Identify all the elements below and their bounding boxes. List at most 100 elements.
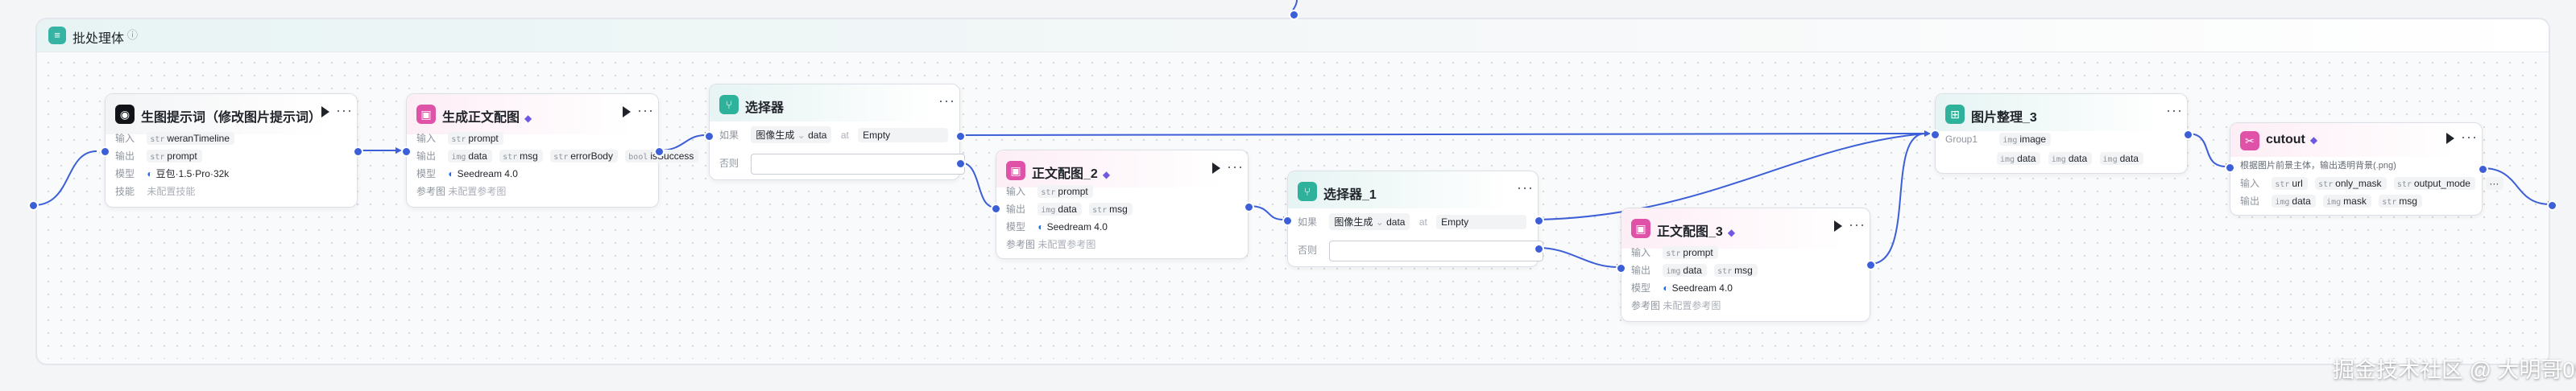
input-tag: str prompt bbox=[1037, 185, 1093, 198]
branch-icon: ⑂ bbox=[719, 95, 739, 114]
model-icon: ◐ bbox=[1663, 282, 1669, 294]
watermark-text: 掘金技术社区 @ 大明哥09 bbox=[2333, 358, 2576, 382]
model-row: 模型 ◐ Seedream 4.0 bbox=[1006, 220, 1108, 236]
input-port[interactable] bbox=[1930, 130, 1940, 140]
node-gen-image[interactable]: ▣ 生成正文配图 ◆ ··· 输入 str prompt 输出 img data st… bbox=[406, 93, 699, 208]
input-tag: str only_mask bbox=[2315, 177, 2387, 190]
node-organize[interactable]: ⊞ 图片整理_3 ··· Group1 img image img data img… bbox=[1935, 93, 2188, 174]
output-tag: str prompt bbox=[147, 150, 202, 163]
ref-value: 未配置参考图 bbox=[1663, 300, 1721, 311]
more-icon[interactable]: ··· bbox=[938, 93, 955, 109]
more-icon[interactable]: ··· bbox=[2166, 102, 2183, 119]
run-icon[interactable] bbox=[321, 106, 329, 117]
edge-selector-if-organize bbox=[959, 133, 1926, 136]
input-label: 输入 bbox=[1006, 186, 1026, 197]
node-header[interactable]: ✂ cutout ◆ ··· bbox=[2230, 123, 2482, 157]
node-header[interactable]: ▣ 生成正文配图 ◆ ··· bbox=[407, 94, 658, 134]
operator-value[interactable]: at bbox=[1419, 216, 1427, 228]
run-icon[interactable] bbox=[1212, 163, 1220, 174]
output-label: 输出 bbox=[2240, 196, 2260, 207]
more-icon[interactable]: ··· bbox=[1849, 216, 1866, 233]
node-gen-image-2[interactable]: ▣ 正文配图_2 ◆ ··· 输入 str prompt 输出 img data st… bbox=[996, 150, 1249, 259]
input-port[interactable] bbox=[1616, 263, 1626, 274]
else-row: 否则 bbox=[719, 154, 966, 175]
image-type-icon: img bbox=[2326, 198, 2342, 207]
output-tag: img data bbox=[1997, 152, 2041, 165]
output-port[interactable] bbox=[353, 146, 363, 157]
output-tag: img data bbox=[2272, 195, 2316, 208]
string-type-icon: str bbox=[553, 153, 569, 162]
node-gen-image-3[interactable]: ▣ 正文配图_3 ◆ ··· 输入 str prompt 输出 img data st… bbox=[1621, 208, 1870, 322]
batch-start-port[interactable] bbox=[28, 200, 39, 211]
node-header[interactable]: ▣ 正文配图_3 ◆ ··· bbox=[1621, 208, 1870, 249]
if-label: 如果 bbox=[1298, 216, 1318, 228]
condition-source-select[interactable]: 图像生成 ⌄ data bbox=[751, 126, 832, 143]
image-type-icon: img bbox=[1666, 267, 1681, 276]
more-icon[interactable]: ··· bbox=[336, 102, 353, 119]
model-value: 豆包·1.5·Pro·32k bbox=[155, 168, 230, 179]
node-selector-1[interactable]: ⑂ 选择器_1 ··· 如果 图像生成 ⌄ data at Empty 否则 bbox=[1287, 171, 1544, 267]
input-port[interactable] bbox=[1282, 216, 1293, 226]
else-output-port[interactable] bbox=[1534, 244, 1544, 254]
string-type-icon: str bbox=[1717, 267, 1733, 276]
node-header[interactable]: ◉ 生图提示词（修改图片提示词） ··· bbox=[106, 94, 357, 134]
more-icon[interactable]: ··· bbox=[1517, 179, 1534, 196]
input-port[interactable] bbox=[704, 131, 714, 142]
condition-value-field[interactable]: Empty bbox=[1436, 215, 1527, 229]
run-icon[interactable] bbox=[2446, 133, 2454, 144]
skill-row: 技能 未配置技能 bbox=[115, 184, 195, 200]
input-tag: str prompt bbox=[448, 132, 503, 145]
node-header[interactable]: ⑂ 选择器_1 ··· bbox=[1288, 171, 1538, 208]
node-selector[interactable]: ⑂ 选择器 ··· 如果 图像生成 ⌄ data at Empty 否则 bbox=[709, 84, 966, 180]
else-output-port[interactable] bbox=[955, 158, 966, 169]
input-row: 输入 str prompt bbox=[416, 131, 508, 147]
more-icon[interactable]: ··· bbox=[637, 102, 654, 119]
node-header[interactable]: ▣ 正文配图_2 ◆ ··· bbox=[996, 150, 1248, 187]
output-port[interactable] bbox=[2478, 164, 2488, 175]
node-header[interactable]: ⑂ 选择器 ··· bbox=[710, 84, 959, 121]
operator-value[interactable]: at bbox=[841, 130, 849, 141]
batch-end-port[interactable] bbox=[2547, 200, 2557, 211]
node-title: 正文配图_2 ◆ bbox=[1032, 167, 1111, 181]
output-port[interactable] bbox=[2183, 130, 2193, 140]
input-port[interactable] bbox=[2225, 163, 2235, 173]
image-type-icon: img bbox=[2051, 155, 2066, 164]
chevron-down-icon: ⌄ bbox=[797, 130, 806, 141]
string-type-icon: str bbox=[2275, 180, 2290, 189]
else-input-box[interactable] bbox=[751, 154, 966, 175]
node-cutout[interactable]: ✂ cutout ◆ ··· 根据图片前景主体，输出透明背景(.png) 输入 s… bbox=[2230, 122, 2504, 216]
if-label: 如果 bbox=[719, 130, 739, 141]
workflow-canvas[interactable]: ≡ 批处理体 ⓘ ◉ 生图提示词（修改图片提示词） ··· 输入 str wer… bbox=[0, 0, 2576, 391]
input-port[interactable] bbox=[401, 146, 412, 157]
more-inputs-icon[interactable]: ··· bbox=[2486, 177, 2504, 190]
input-tag: str prompt bbox=[1663, 246, 1718, 259]
input-label: 输入 bbox=[2240, 178, 2260, 189]
output-tag: img mask bbox=[2323, 195, 2371, 208]
run-icon[interactable] bbox=[623, 106, 631, 117]
output-port[interactable] bbox=[1244, 202, 1254, 212]
if-output-port[interactable] bbox=[955, 131, 966, 142]
image-type-icon: img bbox=[2102, 155, 2118, 164]
entry-port[interactable] bbox=[1289, 10, 1299, 20]
output-label: 输出 bbox=[115, 150, 135, 162]
if-output-port[interactable] bbox=[1534, 216, 1544, 226]
model-label: 模型 bbox=[1006, 221, 1026, 233]
condition-source-select[interactable]: 图像生成 ⌄ data bbox=[1329, 213, 1410, 230]
run-icon[interactable] bbox=[1834, 220, 1842, 232]
input-port[interactable] bbox=[991, 204, 1001, 214]
ref-label: 参考图 bbox=[1631, 300, 1661, 311]
more-icon[interactable]: ··· bbox=[1227, 158, 1244, 175]
model-row: 模型 ◐ Seedream 4.0 bbox=[416, 167, 518, 183]
else-input-box[interactable] bbox=[1329, 241, 1544, 261]
more-icon[interactable]: ··· bbox=[2461, 129, 2478, 146]
node-prompt-gen[interactable]: ◉ 生图提示词（修改图片提示词） ··· 输入 str weranTimeline… bbox=[105, 93, 358, 208]
string-type-icon: str bbox=[1092, 206, 1108, 215]
image-type-icon: img bbox=[2002, 136, 2018, 145]
input-row: 输入 str prompt bbox=[1631, 245, 1723, 261]
node-header[interactable]: ⊞ 图片整理_3 ··· bbox=[1936, 94, 2187, 131]
condition-value-field[interactable]: Empty bbox=[858, 128, 949, 142]
model-row: 模型 ◐ 豆包·1.5·Pro·32k bbox=[115, 167, 229, 183]
input-port[interactable] bbox=[100, 146, 110, 157]
output-port[interactable] bbox=[654, 146, 665, 157]
output-port[interactable] bbox=[1866, 260, 1876, 270]
